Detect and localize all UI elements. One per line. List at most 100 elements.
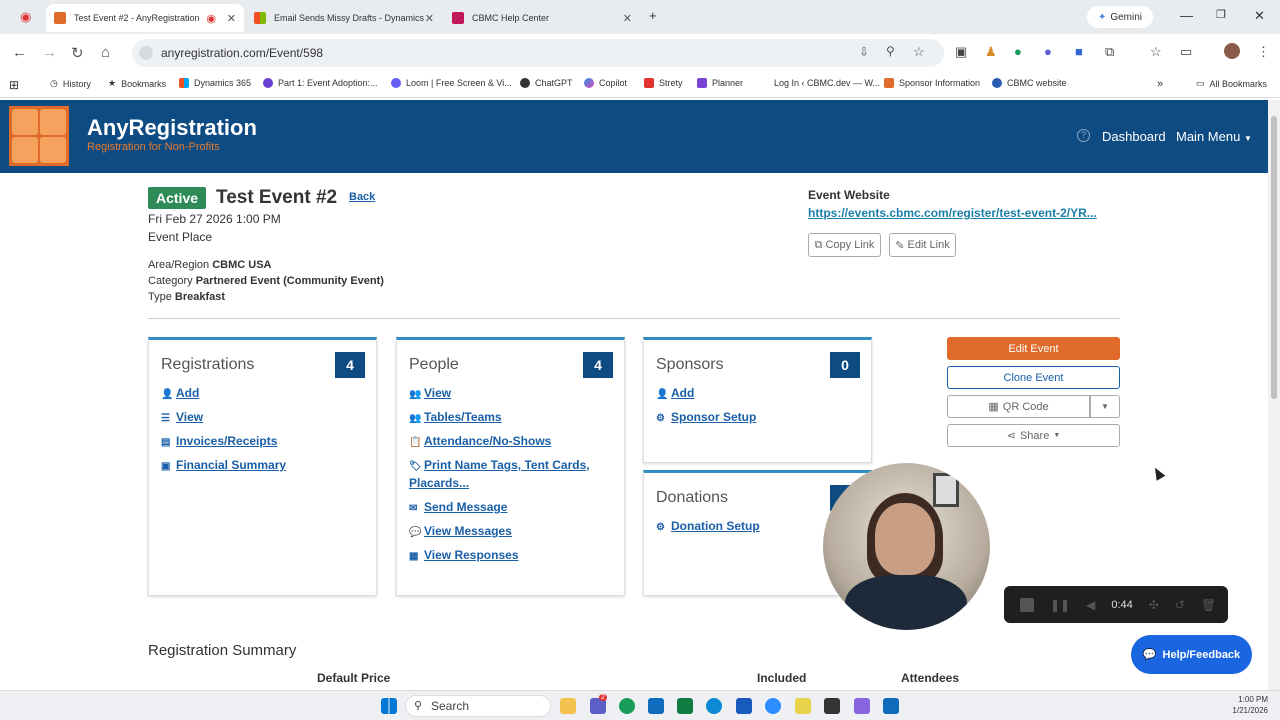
restore-icon[interactable]: ❐ <box>1216 8 1226 21</box>
send-message-link[interactable]: ✉ Send Message <box>409 500 507 514</box>
close-tab-icon[interactable]: ✕ <box>425 12 434 25</box>
favorites-icon[interactable]: ☆ <box>1150 44 1162 60</box>
pencil-icon: ✎ <box>895 239 905 252</box>
star-bookmark-icon[interactable]: ☆ <box>913 44 925 60</box>
app-dark-icon[interactable] <box>824 698 840 714</box>
site-info-icon[interactable] <box>139 46 153 60</box>
add-sponsor-link[interactable]: 👤 Add <box>656 386 694 400</box>
bookmark-chatgpt[interactable]: ChatGPT <box>520 78 573 88</box>
extensions-puzzle-icon[interactable]: ⧉ <box>1105 44 1114 60</box>
tab-test-event[interactable]: Test Event #2 - AnyRegistration ◉ ✕ <box>46 4 244 32</box>
outlook-icon[interactable] <box>648 698 664 714</box>
view-responses-link[interactable]: ▦ View Responses <box>409 548 519 562</box>
help-circle-icon[interactable]: ? <box>1077 129 1090 142</box>
extension-figure-icon[interactable]: ♟ <box>985 44 997 60</box>
trash-icon[interactable]: 🗑 <box>1201 598 1216 612</box>
close-tab-icon[interactable]: ✕ <box>227 12 236 25</box>
copilot-icon <box>584 78 594 88</box>
page-scrollbar[interactable] <box>1268 100 1280 690</box>
bookmark-login[interactable]: Log In ‹ CBMC.dev — W... <box>774 78 880 88</box>
excel-icon[interactable] <box>677 698 693 714</box>
install-app-icon[interactable]: ⇩ <box>859 45 869 59</box>
sidebar-icon[interactable]: ▭ <box>1180 44 1192 60</box>
bookmark-cbmc[interactable]: CBMC website <box>992 78 1067 88</box>
event-website-link[interactable]: https://events.cbmc.com/register/test-ev… <box>808 206 1097 220</box>
scrollbar-thumb[interactable] <box>1271 116 1277 399</box>
bookmark-history[interactable]: ◷ History <box>50 78 91 89</box>
bookmark-bookmarks[interactable]: ★ Bookmarks <box>108 78 166 89</box>
sponsor-setup-link[interactable]: ⚙ Sponsor Setup <box>656 410 756 424</box>
reload-icon[interactable]: ↻ <box>71 44 84 62</box>
print-name-tags-link-cont[interactable]: Placards... <box>409 476 469 490</box>
new-tab-icon[interactable]: + <box>649 8 657 23</box>
snipping-tool-icon[interactable] <box>795 698 811 714</box>
donation-setup-link[interactable]: ⚙ Donation Setup <box>656 519 760 533</box>
qr-code-dropdown-caret-icon[interactable]: ▼ <box>1090 395 1120 418</box>
windows-start-icon[interactable] <box>381 698 397 714</box>
help-feedback-button[interactable]: 💬 Help/Feedback <box>1131 635 1252 674</box>
share-button[interactable]: ⋖ Share ▼ <box>947 424 1120 447</box>
edit-event-button[interactable]: Edit Event <box>947 337 1120 360</box>
close-window-icon[interactable]: ✕ <box>1254 8 1265 24</box>
attendance-link[interactable]: 📋 Attendance/No-Shows <box>409 434 551 448</box>
apps-grid-icon[interactable]: ⊞ <box>9 78 19 92</box>
view-people-link[interactable]: 👥 View <box>409 386 451 400</box>
bookmark-dynamics[interactable]: Dynamics 365 <box>179 78 251 88</box>
draw-icon[interactable]: ✣ <box>1149 598 1159 612</box>
app-blue-icon[interactable] <box>883 698 899 714</box>
menu-kebab-icon[interactable]: ⋮ <box>1257 44 1270 60</box>
taskbar-search[interactable]: ⚲ Search <box>405 695 551 717</box>
bookmark-sponsor-info[interactable]: Sponsor Information <box>884 78 980 88</box>
anyregistration-logo[interactable] <box>9 106 69 166</box>
clone-event-button[interactable]: Clone Event <box>947 366 1120 389</box>
home-icon[interactable]: ⌂ <box>101 44 110 61</box>
view-messages-link[interactable]: 💬 View Messages <box>409 524 512 538</box>
edge-icon[interactable] <box>706 698 722 714</box>
dashboard-link[interactable]: Dashboard <box>1102 129 1166 144</box>
system-clock[interactable]: 1:00 PM 1/21/2026 <box>1226 694 1268 716</box>
bookmark-strety[interactable]: Strety <box>644 78 683 88</box>
bookmark-part1[interactable]: Part 1: Event Adoption:... <box>263 78 378 88</box>
edit-link-button[interactable]: ✎ Edit Link <box>889 233 956 257</box>
zoom-icon[interactable] <box>765 698 781 714</box>
webcam-video-bubble[interactable] <box>823 463 990 630</box>
all-bookmarks[interactable]: ▭ All Bookmarks <box>1196 78 1267 89</box>
pause-icon[interactable]: ❚❚ <box>1050 598 1070 612</box>
print-name-tags-link[interactable]: 🏷 Print Name Tags, Tent Cards, <box>409 458 590 472</box>
copy-link-button[interactable]: ⧉ Copy Link <box>808 233 881 257</box>
add-registration-link[interactable]: 👤 Add <box>161 386 199 400</box>
teams-icon[interactable]: 2 <box>590 694 607 714</box>
bookmark-loom[interactable]: Loom | Free Screen & Vi... <box>391 78 512 88</box>
tables-teams-link[interactable]: 👥 Tables/Teams <box>409 410 502 424</box>
bookmark-copilot[interactable]: Copilot <box>584 78 627 88</box>
minimize-icon[interactable]: — <box>1180 8 1193 23</box>
invoices-receipts-link[interactable]: ▤ Invoices/Receipts <box>161 434 277 448</box>
tab-email-sends[interactable]: Email Sends Missy Drafts - Dynamics ✕ <box>246 4 442 32</box>
more-bookmarks-icon[interactable]: » <box>1157 78 1163 90</box>
profile-avatar[interactable] <box>1224 43 1240 59</box>
back-arrow-icon[interactable]: ← <box>12 44 27 61</box>
address-bar[interactable]: anyregistration.com/Event/598 ⇩ ⚲ ☆ <box>132 39 944 67</box>
extension-badge-icon[interactable]: ■ <box>1075 44 1083 59</box>
mute-icon[interactable]: ◀ <box>1086 598 1095 612</box>
stop-icon[interactable] <box>1020 597 1034 612</box>
view-registrations-link[interactable]: ☰ View <box>161 410 203 424</box>
bookmark-planner[interactable]: Planner <box>697 78 743 88</box>
extension-circle-icon[interactable]: ● <box>1044 44 1052 59</box>
gemini-button[interactable]: ✦ Gemini <box>1087 6 1153 28</box>
file-explorer-icon[interactable] <box>560 698 576 714</box>
tab-cbmc-help[interactable]: CBMC Help Center ✕ <box>444 4 640 32</box>
close-tab-icon[interactable]: ✕ <box>623 12 632 25</box>
zoom-icon[interactable]: ⚲ <box>886 44 895 58</box>
extension-square-icon[interactable]: ▣ <box>955 44 967 60</box>
main-menu-dropdown[interactable]: Main Menu ▼ <box>1176 129 1252 144</box>
financial-summary-link[interactable]: ▣ Financial Summary <box>161 458 286 472</box>
app-purple-icon[interactable] <box>854 698 870 714</box>
restart-icon[interactable]: ↺ <box>1175 598 1185 612</box>
forward-arrow-icon[interactable]: → <box>42 44 57 61</box>
chrome-icon[interactable] <box>619 698 635 714</box>
qr-code-button[interactable]: ▦ QR Code <box>947 395 1090 418</box>
grammarly-icon[interactable]: ● <box>1014 44 1022 59</box>
back-link[interactable]: Back <box>349 191 375 203</box>
word-icon[interactable] <box>736 698 752 714</box>
